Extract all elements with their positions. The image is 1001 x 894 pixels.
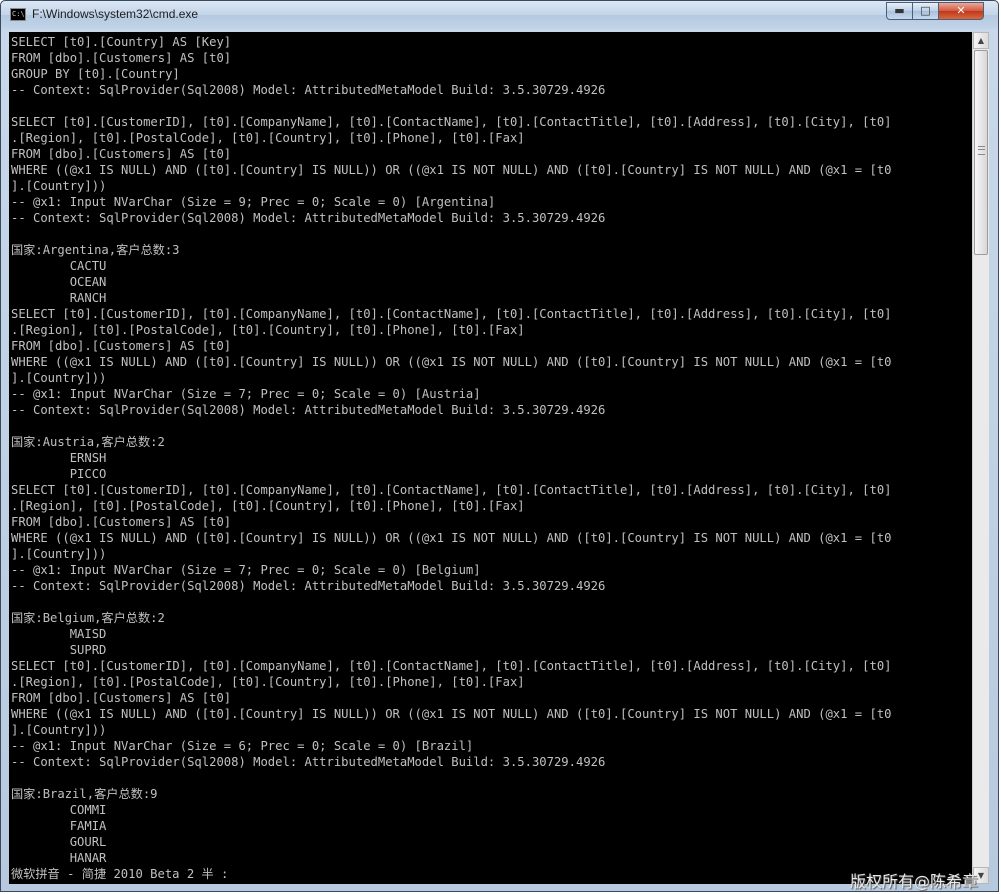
console-line: -- Context: SqlProvider(Sql2008) Model: … [11,579,606,593]
minimize-button[interactable]: ▬ [886,2,913,20]
cmd-window: C:\ F:\Windows\system32\cmd.exe ▬ □ ✕ SE… [0,0,999,892]
console-line: SELECT [t0].[CustomerID], [t0].[CompanyN… [11,307,892,321]
console-line: 国家:Argentina,客户总数:3 [11,243,180,257]
console-line: 国家:Austria,客户总数:2 [11,435,165,449]
close-button[interactable]: ✕ [938,2,984,20]
console-line: -- Context: SqlProvider(Sql2008) Model: … [11,403,606,417]
console-line: WHERE ((@x1 IS NULL) AND ([t0].[Country]… [11,707,892,721]
console-line: .[Region], [t0].[PostalCode], [t0].[Coun… [11,131,525,145]
console-line: -- @x1: Input NVarChar (Size = 6; Prec =… [11,739,474,753]
window-title: F:\Windows\system32\cmd.exe [32,7,199,21]
console-line: FROM [dbo].[Customers] AS [t0] [11,147,232,161]
copyright-watermark: 版权所有@陈希章 [850,872,979,891]
console-line: WHERE ((@x1 IS NULL) AND ([t0].[Country]… [11,531,892,545]
console-line: FAMIA [11,819,107,833]
console-line: -- @x1: Input NVarChar (Size = 7; Prec =… [11,563,481,577]
console-line: WHERE ((@x1 IS NULL) AND ([t0].[Country]… [11,355,892,369]
console-line: SELECT [t0].[CustomerID], [t0].[CompanyN… [11,659,892,673]
console-line: WHERE ((@x1 IS NULL) AND ([t0].[Country]… [11,163,892,177]
console-line: ].[Country])) [11,371,107,385]
console-line: RANCH [11,291,107,305]
console-line: .[Region], [t0].[PostalCode], [t0].[Coun… [11,323,525,337]
console-line: 微软拼音 - 简捷 2010 Beta 2 半 : [11,867,229,881]
console-line: ERNSH [11,451,107,465]
console-line: ].[Country])) [11,179,107,193]
cmd-app-icon[interactable]: C:\ [10,8,26,21]
console-line: -- @x1: Input NVarChar (Size = 7; Prec =… [11,387,481,401]
arrow-down-icon: ▼ [977,871,985,880]
arrow-up-icon: ▲ [977,36,985,45]
title-bar[interactable]: C:\ F:\Windows\system32\cmd.exe ▬ □ ✕ [1,1,998,29]
console-line: 国家:Belgium,客户总数:2 [11,611,165,625]
console-text: SELECT [t0].[Country] AS [Key] FROM [dbo]… [9,32,972,882]
console-line: -- Context: SqlProvider(Sql2008) Model: … [11,755,606,769]
grip-icon [978,146,985,155]
console-line: FROM [dbo].[Customers] AS [t0] [11,339,232,353]
console-line: COMMI [11,803,107,817]
console-line: 国家:Brazil,客户总数:9 [11,787,158,801]
scroll-up-button[interactable]: ▲ [973,32,989,49]
console-line: .[Region], [t0].[PostalCode], [t0].[Coun… [11,499,525,513]
console-line: ].[Country])) [11,547,107,561]
console-line: FROM [dbo].[Customers] AS [t0] [11,691,232,705]
console-line: OCEAN [11,275,107,289]
console-line: GOURL [11,835,107,849]
console-output[interactable]: SELECT [t0].[Country] AS [Key] FROM [dbo]… [9,32,972,884]
console-line: ].[Country])) [11,723,107,737]
scroll-thumb[interactable] [974,50,988,255]
console-line: CACTU [11,259,107,273]
vertical-scrollbar[interactable]: ▲ ▼ [972,32,989,884]
console-line: SELECT [t0].[Country] AS [Key] [11,35,232,49]
console-line: -- Context: SqlProvider(Sql2008) Model: … [11,211,606,225]
console-line: PICCO [11,467,107,481]
console-line: FROM [dbo].[Customers] AS [t0] [11,51,232,65]
console-line: SELECT [t0].[CustomerID], [t0].[CompanyN… [11,115,892,129]
console-line: HANAR [11,851,107,865]
console-line: -- Context: SqlProvider(Sql2008) Model: … [11,83,606,97]
console-line: GROUP BY [t0].[Country] [11,67,180,81]
console-line: MAISD [11,627,107,641]
console-line: SUPRD [11,643,107,657]
console-line: SELECT [t0].[CustomerID], [t0].[CompanyN… [11,483,892,497]
maximize-button[interactable]: □ [912,2,939,20]
console-line: -- @x1: Input NVarChar (Size = 9; Prec =… [11,195,496,209]
console-line: FROM [dbo].[Customers] AS [t0] [11,515,232,529]
console-line: .[Region], [t0].[PostalCode], [t0].[Coun… [11,675,525,689]
